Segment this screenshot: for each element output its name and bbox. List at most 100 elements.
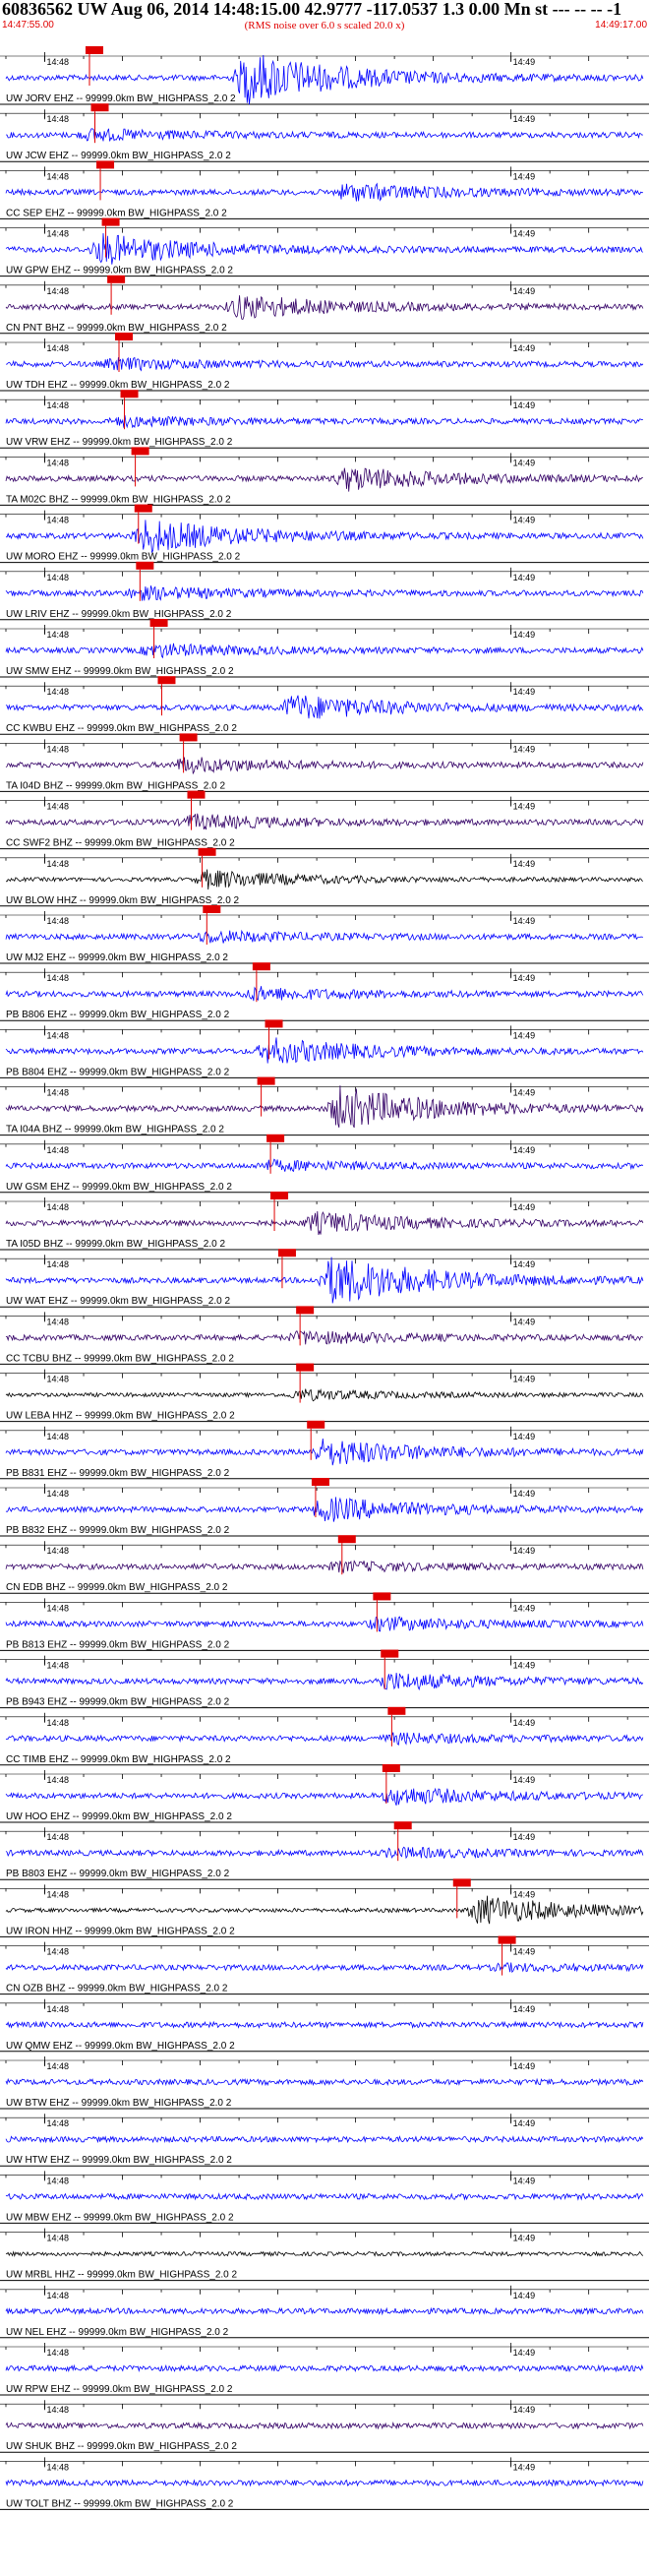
trace-label: UW NEL EHZ -- 99999.0km BW_HIGHPASS_2.0 … xyxy=(6,2327,229,2338)
minute-label: 14:49 xyxy=(513,343,536,353)
waveform xyxy=(5,415,643,429)
minute-label: 14:49 xyxy=(513,687,536,697)
waveform xyxy=(5,295,644,321)
minute-label: 14:48 xyxy=(47,630,70,640)
waveform xyxy=(5,520,644,554)
waveform xyxy=(5,1158,644,1172)
minute-label: 14:48 xyxy=(47,2061,70,2071)
pick-marker xyxy=(179,733,198,742)
trace-label: UW HOO EHZ -- 99999.0km BW_HIGHPASS_2.0 … xyxy=(6,1811,232,1822)
minute-label: 14:49 xyxy=(513,1947,536,1957)
trace-label: UW TDH EHZ -- 99999.0km BW_HIGHPASS_2.0 … xyxy=(6,380,230,391)
waveform xyxy=(5,2479,644,2487)
pick-marker xyxy=(252,962,270,971)
pick-marker xyxy=(101,217,120,226)
pick-marker xyxy=(203,905,221,913)
minute-label: 14:48 xyxy=(47,1718,70,1728)
waveform xyxy=(5,128,643,142)
minute-label: 14:49 xyxy=(513,2405,536,2415)
waveform xyxy=(5,1037,644,1064)
pick-marker xyxy=(134,504,152,513)
pick-marker xyxy=(149,619,168,627)
minute-label: 14:49 xyxy=(513,458,536,467)
minute-label: 14:48 xyxy=(47,1145,70,1155)
minute-label: 14:49 xyxy=(513,1145,536,1155)
pick-marker xyxy=(266,1134,285,1142)
minute-label: 14:49 xyxy=(513,2118,536,2128)
pick-marker xyxy=(85,46,103,54)
trace-label: CC KWBU EHZ -- 99999.0km BW_HIGHPASS_2.0… xyxy=(6,723,237,734)
trace-label: UW TOLT BHZ -- 99999.0km BW_HIGHPASS_2.0… xyxy=(6,2498,234,2509)
minute-label: 14:48 xyxy=(47,1661,70,1671)
pick-marker xyxy=(120,390,139,399)
pick-marker xyxy=(90,103,109,112)
waveform xyxy=(5,2020,644,2029)
waveform xyxy=(5,986,644,1002)
waveform xyxy=(5,182,643,202)
minute-label: 14:48 xyxy=(47,1775,70,1785)
minute-label: 14:48 xyxy=(47,1259,70,1269)
pick-marker xyxy=(381,1649,399,1658)
pick-marker xyxy=(107,275,126,283)
waveform xyxy=(5,1732,644,1746)
waveform xyxy=(5,1085,644,1129)
minute-label: 14:49 xyxy=(513,630,536,640)
minute-label: 14:48 xyxy=(47,516,70,525)
minute-label: 14:49 xyxy=(513,1661,536,1671)
minute-label: 14:49 xyxy=(513,1546,536,1556)
pick-marker xyxy=(307,1420,325,1429)
pick-marker xyxy=(382,1764,400,1772)
pick-marker xyxy=(96,160,115,169)
minute-label: 14:49 xyxy=(513,2176,536,2185)
waveform xyxy=(5,467,643,492)
minute-label: 14:48 xyxy=(47,343,70,353)
seismogram-plot: 14:48 14:49 UW JORV EHZ -- 99999.0km BW_HI… xyxy=(0,46,649,2510)
trace-label: CN PNT BHZ -- 99999.0km BW_HIGHPASS_2.0 … xyxy=(6,323,227,334)
minute-label: 14:48 xyxy=(47,229,70,239)
pick-marker xyxy=(337,1535,356,1544)
waveform xyxy=(5,869,644,890)
minute-label: 14:48 xyxy=(47,1889,70,1899)
minute-label: 14:48 xyxy=(47,1375,70,1384)
minute-label: 14:49 xyxy=(513,973,536,983)
trace-label: TA I05D BHZ -- 99999.0km BW_HIGHPASS_2.0… xyxy=(6,1239,225,1250)
waveform xyxy=(5,1846,644,1860)
minute-label: 14:49 xyxy=(513,859,536,869)
pick-marker xyxy=(265,1019,283,1028)
minute-label: 14:49 xyxy=(513,1718,536,1728)
waveform xyxy=(5,695,644,719)
trace-label: CC SWF2 BHZ -- 99999.0km BW_HIGHPASS_2.0… xyxy=(6,838,235,849)
waveform xyxy=(5,1787,644,1806)
trace-label: CC TIMB EHZ -- 99999.0km BW_HIGHPASS_2.0… xyxy=(6,1754,231,1765)
minute-label: 14:48 xyxy=(47,1202,70,1212)
trace-label: PB B831 EHZ -- 99999.0km BW_HIGHPASS_2.0… xyxy=(6,1468,230,1479)
pick-marker xyxy=(498,1935,516,1944)
minute-label: 14:48 xyxy=(47,2291,70,2300)
minute-label: 14:49 xyxy=(513,229,536,239)
trace-label: CN EDB BHZ -- 99999.0km BW_HIGHPASS_2.0 … xyxy=(6,1582,228,1593)
waveform xyxy=(5,1329,644,1345)
trace-label: UW LEBA HHZ -- 99999.0km BW_HIGHPASS_2.0… xyxy=(6,1411,235,1422)
waveform xyxy=(5,1895,644,1925)
trace-label: PB B943 EHZ -- 99999.0km BW_HIGHPASS_2.0… xyxy=(6,1697,230,1708)
minute-label: 14:48 xyxy=(47,916,70,926)
minute-label: 14:48 xyxy=(47,1088,70,1098)
minute-label: 14:49 xyxy=(513,1489,536,1499)
waveform xyxy=(6,356,644,372)
trace-label: TA M02C BHZ -- 99999.0km BW_HIGHPASS_2.0… xyxy=(6,494,231,505)
trace-label: UW GSM EHZ -- 99999.0km BW_HIGHPASS_2.0 … xyxy=(6,1182,232,1193)
trace-label: UW HTW EHZ -- 99999.0km BW_HIGHPASS_2.0 … xyxy=(6,2155,232,2166)
minute-label: 14:48 xyxy=(47,114,70,124)
minute-label: 14:48 xyxy=(47,2176,70,2185)
minute-label: 14:49 xyxy=(513,1775,536,1785)
waveform xyxy=(5,2422,644,2430)
trace-label: PB B804 EHZ -- 99999.0km BW_HIGHPASS_2.0… xyxy=(6,1067,230,1077)
minute-label: 14:49 xyxy=(513,2061,536,2071)
trace-label: UW MBW EHZ -- 99999.0km BW_HIGHPASS_2.0 … xyxy=(6,2212,234,2223)
minute-label: 14:49 xyxy=(513,916,536,926)
minute-label: 14:49 xyxy=(513,1432,536,1441)
trace-label: UW SMW EHZ -- 99999.0km BW_HIGHPASS_2.0 … xyxy=(6,666,234,677)
minute-label: 14:49 xyxy=(513,802,536,812)
minute-label: 14:49 xyxy=(513,114,536,124)
trace-label: UW JCW EHZ -- 99999.0km BW_HIGHPASS_2.0 … xyxy=(6,151,231,161)
